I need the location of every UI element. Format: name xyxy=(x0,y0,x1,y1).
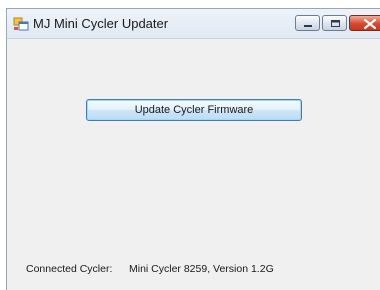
app-window: MJ Mini Cycler Updater Update Cycler Fir… xyxy=(6,8,380,290)
title-bar[interactable]: MJ Mini Cycler Updater xyxy=(7,9,380,39)
app-icon xyxy=(13,16,29,32)
connected-cycler-label: Connected Cycler: xyxy=(26,263,113,275)
window-client-area: Update Cycler Firmware Connected Cycler:… xyxy=(7,39,380,290)
close-button[interactable] xyxy=(349,15,380,31)
maximize-button[interactable] xyxy=(322,15,347,31)
maximize-icon xyxy=(331,20,340,27)
update-firmware-button[interactable]: Update Cycler Firmware xyxy=(86,99,302,121)
window-title: MJ Mini Cycler Updater xyxy=(33,16,169,31)
connected-cycler-value: Mini Cycler 8259, Version 1.2G xyxy=(129,263,274,275)
close-icon xyxy=(363,18,377,30)
minimize-icon xyxy=(304,25,312,27)
minimize-button[interactable] xyxy=(295,15,320,31)
